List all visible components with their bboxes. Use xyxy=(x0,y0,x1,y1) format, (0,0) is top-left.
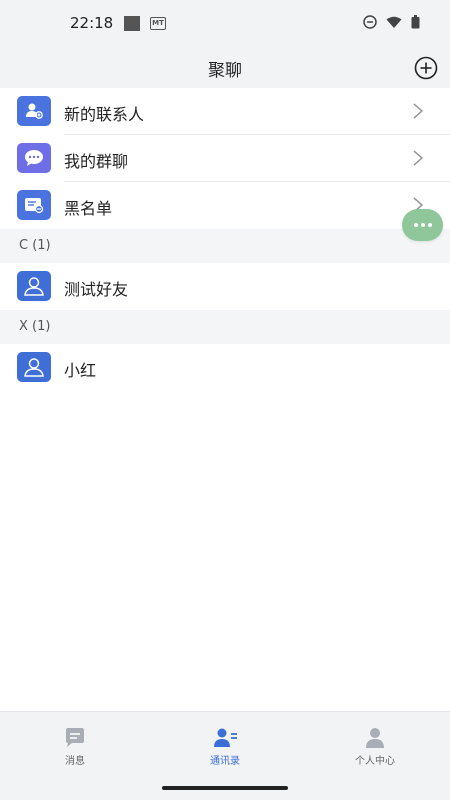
battery-icon xyxy=(411,15,420,29)
contacts-icon xyxy=(214,728,237,747)
contact-avatar-icon xyxy=(17,271,51,301)
contact-avatar-icon xyxy=(17,352,51,382)
floating-more-button[interactable] xyxy=(402,209,443,241)
do-not-disturb-icon xyxy=(363,15,377,29)
notification-square-icon xyxy=(124,16,140,31)
status-icons xyxy=(363,15,420,29)
tab-messages[interactable]: 消息 xyxy=(25,726,125,767)
tab-label: 个人中心 xyxy=(355,756,395,767)
chevron-right-icon xyxy=(413,150,424,166)
section-header: X (1) xyxy=(0,310,450,344)
group-chat-icon xyxy=(17,143,51,173)
contact-name: 测试好友 xyxy=(64,280,129,299)
contact-row[interactable]: 小红 xyxy=(0,344,450,391)
tab-label: 通讯录 xyxy=(210,756,240,767)
contacts-list: 新的联系人 我的群聊 黑名单 C (1) 测试好友 X (1) 小红 xyxy=(0,88,450,391)
blacklist-icon xyxy=(17,190,51,220)
contact-name: 小红 xyxy=(64,361,97,380)
status-time: 22:18 xyxy=(70,14,114,32)
section-header-label: X (1) xyxy=(19,319,51,334)
section-header-label: C (1) xyxy=(19,238,51,253)
profile-icon xyxy=(366,728,384,748)
new-contact-icon xyxy=(17,96,51,126)
page-title: 聚聊 xyxy=(208,61,242,81)
home-indicator xyxy=(162,786,288,790)
app-header: 聚聊 xyxy=(0,48,450,88)
mt-notification-icon: MT xyxy=(150,17,166,30)
status-bar: 22:18 MT xyxy=(0,0,450,48)
wifi-icon xyxy=(386,16,402,28)
chevron-right-icon xyxy=(413,103,424,119)
menu-item-label: 我的群聊 xyxy=(64,152,129,171)
contact-row[interactable]: 测试好友 xyxy=(0,263,450,310)
tab-profile[interactable]: 个人中心 xyxy=(325,726,425,767)
message-icon xyxy=(66,728,84,747)
add-button[interactable] xyxy=(414,56,438,80)
tab-contacts[interactable]: 通讯录 xyxy=(175,726,275,767)
menu-item-blacklist[interactable]: 黑名单 xyxy=(0,182,450,229)
tab-label: 消息 xyxy=(65,756,85,767)
section-header: C (1) xyxy=(0,229,450,263)
more-dots-icon xyxy=(413,223,418,227)
menu-item-my-groups[interactable]: 我的群聊 xyxy=(0,135,450,182)
menu-item-new-contacts[interactable]: 新的联系人 xyxy=(0,88,450,135)
menu-item-label: 新的联系人 xyxy=(64,105,145,124)
menu-item-label: 黑名单 xyxy=(64,199,113,218)
